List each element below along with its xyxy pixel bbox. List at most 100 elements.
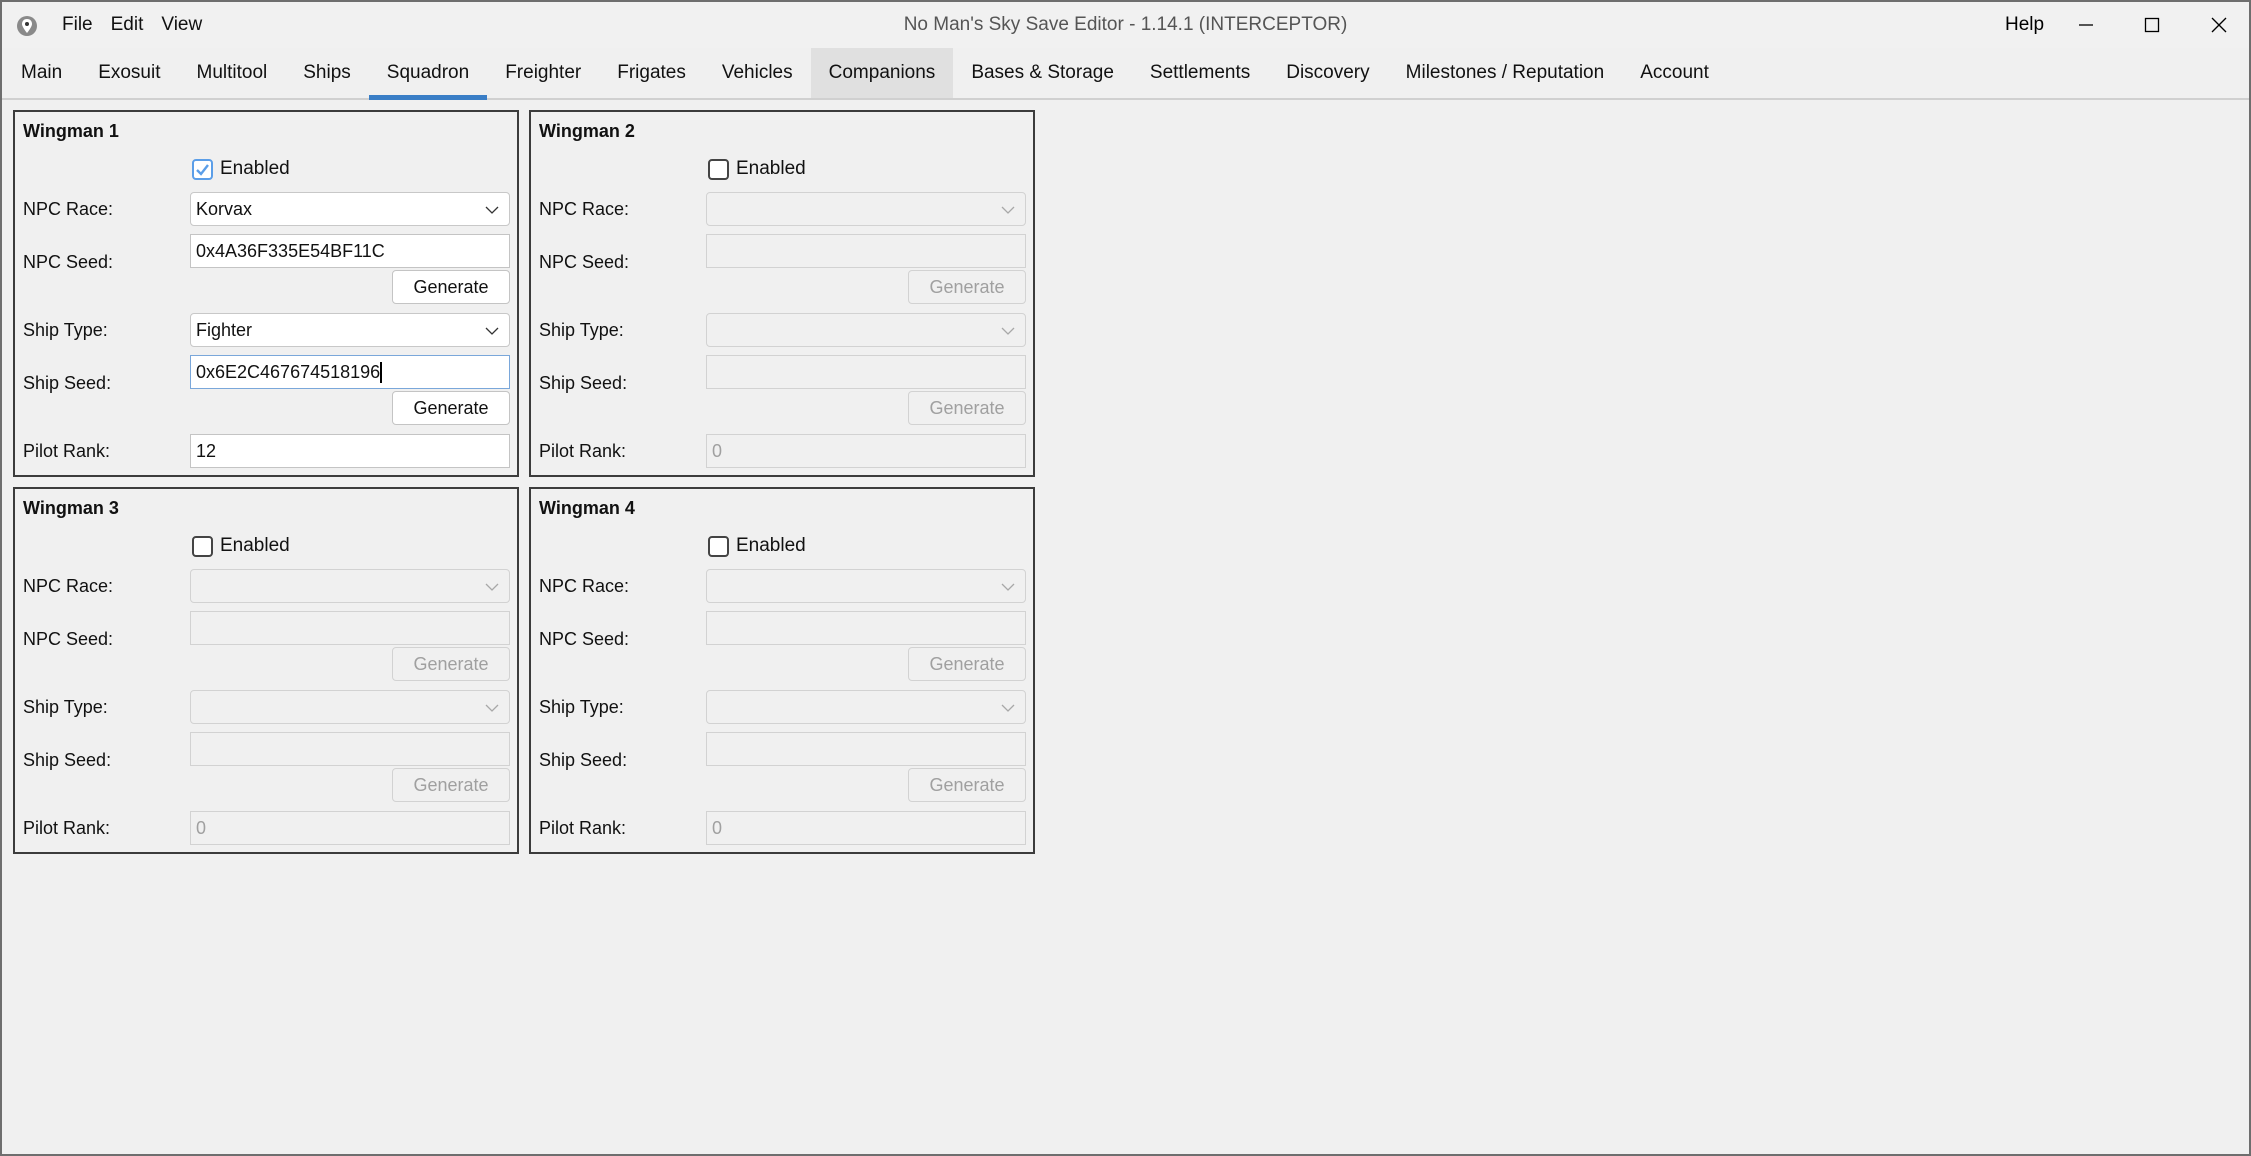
pilot-rank-input[interactable]: 0	[706, 434, 1026, 468]
tab-bar: Main Exosuit Multitool Ships Squadron Freight…	[2, 48, 2249, 100]
npc-race-value: Korvax	[196, 198, 253, 219]
generate-npc-seed-button[interactable]: Generate	[392, 270, 510, 304]
pilot-rank-label: Pilot Rank:	[539, 441, 627, 461]
maximize-button[interactable]	[2119, 2, 2185, 48]
npc-seed-input[interactable]	[706, 234, 1026, 268]
tab-multitool[interactable]: Multitool	[179, 48, 286, 98]
tab-milestones-reputation[interactable]: Milestones / Reputation	[1388, 48, 1623, 98]
wingman-panel-1: Wingman 1 Enabled NPC Race: Korvax NPC S…	[13, 110, 519, 477]
wingman-title: Wingman 1	[23, 121, 119, 141]
npc-race-select[interactable]	[190, 569, 510, 603]
menu-file[interactable]: File	[53, 14, 102, 36]
maximize-icon	[2144, 17, 2160, 33]
pilot-rank-value: 0	[196, 817, 207, 838]
generate-npc-seed-button[interactable]: Generate	[392, 647, 510, 681]
minimize-button[interactable]	[2053, 2, 2119, 48]
tab-vehicles[interactable]: Vehicles	[704, 48, 811, 98]
enabled-checkbox[interactable]	[192, 535, 213, 557]
menu-help[interactable]: Help	[1996, 2, 2053, 48]
npc-race-select[interactable]: Korvax	[190, 192, 510, 226]
tab-account[interactable]: Account	[1622, 48, 1727, 98]
generate-ship-seed-button[interactable]: Generate	[392, 768, 510, 802]
tab-bases-storage[interactable]: Bases & Storage	[953, 48, 1132, 98]
enabled-label: Enabled	[736, 535, 806, 556]
close-button[interactable]	[2186, 2, 2251, 48]
ship-seed-input[interactable]	[706, 732, 1026, 766]
npc-race-label: NPC Race:	[23, 576, 114, 596]
pilot-rank-input[interactable]: 0	[190, 811, 510, 845]
ship-seed-value: 0x6E2C467674518196	[196, 361, 381, 382]
enabled-label: Enabled	[220, 158, 290, 179]
pilot-rank-label: Pilot Rank:	[539, 818, 627, 838]
chevron-down-icon	[1001, 704, 1015, 712]
ship-type-select[interactable]	[706, 313, 1026, 347]
npc-race-select[interactable]	[706, 192, 1026, 226]
wingman-title: Wingman 4	[539, 498, 635, 518]
pilot-rank-label: Pilot Rank:	[23, 441, 111, 461]
pilot-rank-input[interactable]: 12	[190, 434, 510, 468]
generate-npc-seed-button[interactable]: Generate	[908, 270, 1026, 304]
ship-type-label: Ship Type:	[539, 320, 624, 340]
npc-seed-input[interactable]	[706, 611, 1026, 645]
enabled-checkbox-row[interactable]: Enabled	[192, 534, 290, 558]
ship-seed-input[interactable]: 0x6E2C467674518196	[190, 355, 510, 389]
enabled-checkbox-row[interactable]: Enabled	[192, 157, 290, 181]
enabled-checkbox[interactable]	[192, 158, 213, 180]
ship-seed-input[interactable]	[190, 732, 510, 766]
npc-seed-label: NPC Seed:	[23, 252, 114, 272]
enabled-label: Enabled	[736, 158, 806, 179]
ship-type-select[interactable]	[190, 690, 510, 724]
generate-ship-seed-button[interactable]: Generate	[392, 391, 510, 425]
tab-companions[interactable]: Companions	[810, 48, 954, 98]
menu-edit[interactable]: Edit	[102, 14, 153, 36]
ship-seed-label: Ship Seed:	[539, 373, 628, 393]
generate-ship-seed-button[interactable]: Generate	[908, 768, 1026, 802]
window-title: No Man's Sky Save Editor - 1.14.1 (INTER…	[903, 14, 1348, 35]
chevron-down-icon	[485, 206, 499, 214]
ship-seed-label: Ship Seed:	[23, 373, 112, 393]
pilot-rank-input[interactable]: 0	[706, 811, 1026, 845]
tab-ships[interactable]: Ships	[285, 48, 369, 98]
npc-race-label: NPC Race:	[539, 576, 630, 596]
npc-seed-input[interactable]: 0x4A36F335E54BF11C	[190, 234, 510, 268]
enabled-checkbox-row[interactable]: Enabled	[708, 534, 806, 558]
wingman-title: Wingman 2	[539, 121, 635, 141]
npc-race-select[interactable]	[706, 569, 1026, 603]
text-caret	[380, 361, 383, 383]
minimize-icon	[2079, 24, 2093, 26]
tab-frigates[interactable]: Frigates	[599, 48, 704, 98]
menu-bar: File Edit View	[53, 2, 211, 48]
ship-type-label: Ship Type:	[23, 320, 108, 340]
tab-squadron[interactable]: Squadron	[368, 48, 488, 100]
pilot-rank-value: 0	[712, 440, 723, 461]
pilot-rank-value: 0	[712, 817, 723, 838]
ship-seed-input[interactable]	[706, 355, 1026, 389]
ship-type-select[interactable]: Fighter	[190, 313, 510, 347]
ship-seed-label: Ship Seed:	[23, 750, 112, 770]
chevron-down-icon	[485, 583, 499, 591]
tab-settlements[interactable]: Settlements	[1132, 48, 1268, 98]
tab-exosuit[interactable]: Exosuit	[80, 48, 178, 98]
menu-view[interactable]: View	[152, 14, 211, 36]
npc-race-label: NPC Race:	[23, 199, 114, 219]
ship-type-select[interactable]	[706, 690, 1026, 724]
wingman-title: Wingman 3	[23, 498, 119, 518]
tab-discovery[interactable]: Discovery	[1268, 48, 1387, 98]
title-bar: File Edit View No Man's Sky Save Editor …	[2, 2, 2249, 48]
npc-race-label: NPC Race:	[539, 199, 630, 219]
generate-npc-seed-button[interactable]: Generate	[908, 647, 1026, 681]
enabled-checkbox-row[interactable]: Enabled	[708, 157, 806, 181]
npc-seed-value: 0x4A36F335E54BF11C	[196, 240, 385, 261]
enabled-checkbox[interactable]	[708, 158, 729, 180]
enabled-checkbox[interactable]	[708, 535, 729, 557]
tab-main[interactable]: Main	[3, 48, 80, 98]
chevron-down-icon	[1001, 206, 1015, 214]
generate-ship-seed-button[interactable]: Generate	[908, 391, 1026, 425]
npc-seed-input[interactable]	[190, 611, 510, 645]
ship-seed-label: Ship Seed:	[539, 750, 628, 770]
pilot-rank-value: 12	[196, 440, 217, 461]
tab-freighter[interactable]: Freighter	[487, 48, 599, 98]
wingman-panel-2: Wingman 2 Enabled NPC Race: NPC Seed: Ge…	[529, 110, 1035, 477]
checkmark-icon	[196, 163, 209, 176]
npc-seed-label: NPC Seed:	[539, 252, 630, 272]
